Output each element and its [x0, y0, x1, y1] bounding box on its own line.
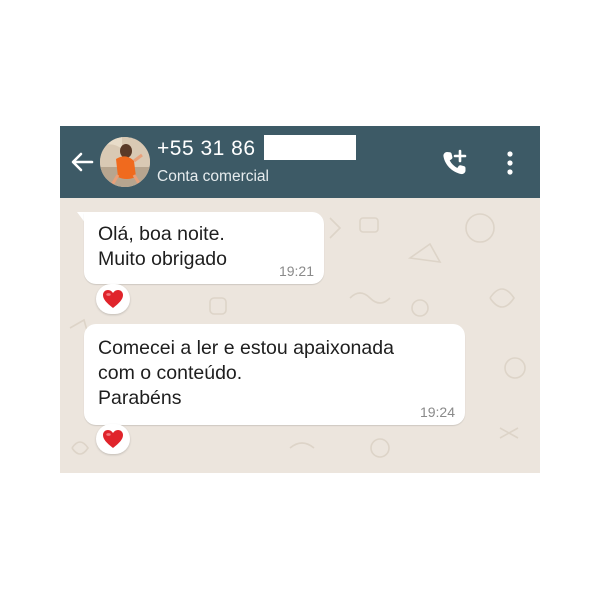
contact-subtitle: Conta comercial [157, 168, 269, 185]
contact-avatar[interactable] [100, 137, 150, 187]
chat-screen: +55 31 86 Conta comercial Olá, boa noite… [60, 126, 540, 473]
red-heart-icon [103, 290, 123, 308]
message-list[interactable]: Olá, boa noite. Muito obrigado 19:21 Com… [60, 198, 540, 473]
chat-header: +55 31 86 Conta comercial [60, 126, 540, 198]
redaction-box [264, 135, 356, 160]
more-vertical-icon[interactable] [498, 146, 522, 180]
message-time: 19:24 [419, 404, 455, 420]
back-arrow-icon[interactable] [66, 146, 98, 178]
reaction-badge[interactable] [96, 284, 130, 314]
message-text: Comecei a ler e estou apaixonada com o c… [98, 337, 394, 409]
message-text: Olá, boa noite. Muito obrigado [98, 223, 227, 270]
red-heart-icon [103, 430, 123, 448]
message-bubble[interactable]: Comecei a ler e estou apaixonada com o c… [84, 324, 465, 425]
add-call-icon[interactable] [438, 146, 472, 180]
message-bubble[interactable]: Olá, boa noite. Muito obrigado 19:21 [84, 212, 324, 284]
contact-name[interactable]: +55 31 86 [157, 137, 256, 161]
reaction-badge[interactable] [96, 424, 130, 454]
message-time: 19:21 [278, 263, 314, 279]
avatar-photo [100, 137, 150, 187]
